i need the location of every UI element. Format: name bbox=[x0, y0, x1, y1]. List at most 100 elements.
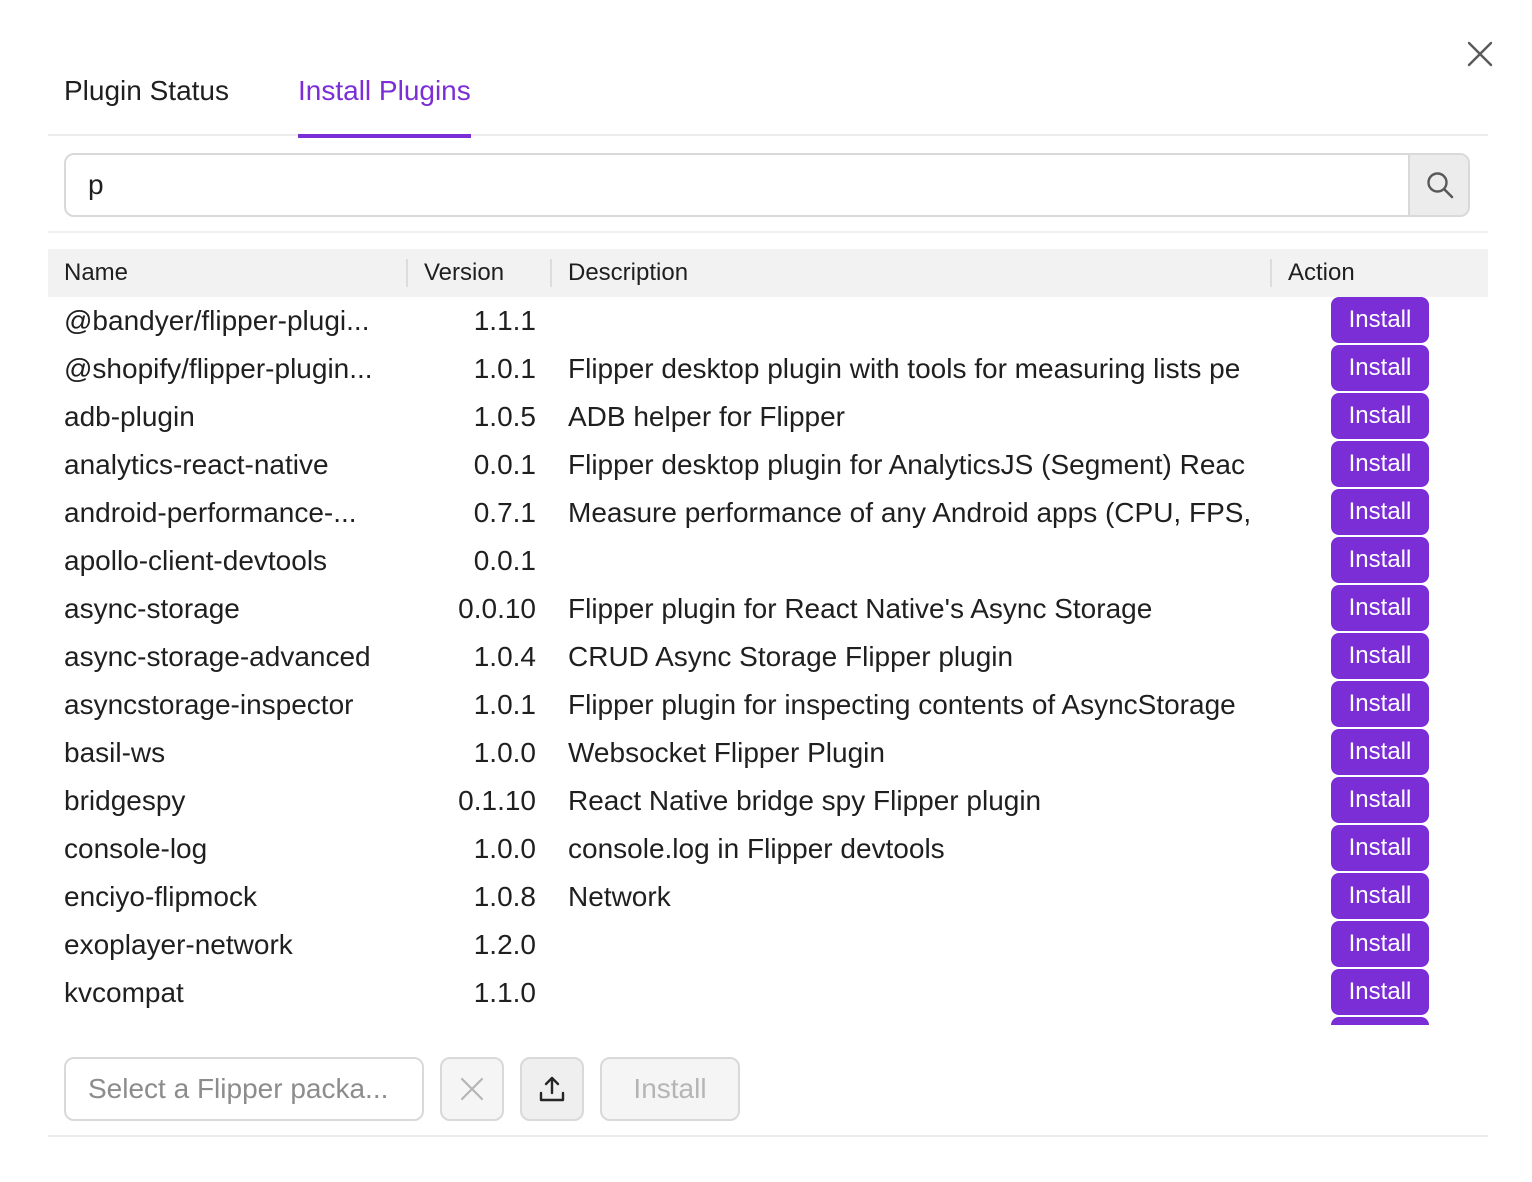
search-box bbox=[64, 153, 1470, 217]
plugin-table-body: @bandyer/flipper-plugi... 1.1.1 Install … bbox=[48, 297, 1488, 1025]
plugin-name: exoplayer-network bbox=[64, 929, 293, 960]
plugin-description: CRUD Async Storage Flipper plugin bbox=[568, 641, 1014, 672]
column-header-name[interactable]: Name bbox=[64, 249, 128, 297]
column-resize-handle[interactable] bbox=[550, 259, 552, 287]
plugin-name: analytics-react-native bbox=[64, 449, 329, 480]
table-row[interactable]: basil-ws 1.0.0 Websocket Flipper Plugin … bbox=[48, 729, 1488, 777]
plugin-version: 1.0.0 bbox=[473, 833, 536, 864]
plugin-version: 0.7.1 bbox=[473, 497, 536, 528]
install-button[interactable]: Install bbox=[1331, 633, 1429, 679]
plugin-version: 0.1.10 bbox=[458, 785, 536, 816]
search-icon bbox=[1427, 172, 1454, 199]
table-row[interactable]: asyncstorage-inspector 1.0.1 Flipper plu… bbox=[48, 681, 1488, 729]
plugin-description: Network bbox=[568, 881, 671, 912]
plugin-name bbox=[64, 1017, 408, 1025]
tab-bar: Plugin Status Install Plugins bbox=[48, 60, 1488, 138]
plugin-version: 1.0.4 bbox=[473, 641, 536, 672]
plugin-name: enciyo-flipmock bbox=[64, 881, 257, 912]
table-row[interactable]: @shopify/flipper-plugin... 1.0.1 Flipper… bbox=[48, 345, 1488, 393]
install-button[interactable]: Install bbox=[1331, 585, 1429, 631]
table-header: Name Version Description Action bbox=[48, 249, 1488, 297]
column-header-description[interactable]: Description bbox=[568, 249, 688, 297]
install-button[interactable]: Install bbox=[1331, 777, 1429, 823]
install-button[interactable]: Install bbox=[1331, 921, 1429, 967]
plugin-version: 1.0.1 bbox=[473, 689, 536, 720]
plugin-description: Flipper desktop plugin for AnalyticsJS (… bbox=[568, 449, 1245, 480]
plugin-description: Measure performance of any Android apps … bbox=[568, 497, 1252, 528]
table-row[interactable]: enciyo-flipmock 1.0.8 Network Install bbox=[48, 873, 1488, 921]
install-button[interactable]: Install bbox=[1331, 489, 1429, 535]
plugin-name: @bandyer/flipper-plugi... bbox=[64, 305, 370, 336]
tab-install-plugins[interactable]: Install Plugins bbox=[298, 60, 471, 138]
divider bbox=[48, 231, 1488, 233]
plugin-name: apollo-client-devtools bbox=[64, 545, 328, 576]
plugin-description: Flipper plugin for React Native's Async … bbox=[568, 593, 1153, 624]
plugin-version: 1.2.0 bbox=[473, 929, 536, 960]
install-button[interactable]: Install bbox=[1331, 1017, 1429, 1025]
plugin-description bbox=[568, 297, 1272, 345]
table-row[interactable]: console-log 1.0.0 console.log in Flipper… bbox=[48, 825, 1488, 873]
install-plugins-dialog: Plugin Status Install Plugins Name Versi… bbox=[0, 0, 1532, 1182]
table-row[interactable]: @bandyer/flipper-plugi... 1.1.1 Install bbox=[48, 297, 1488, 345]
plugin-version: 1.0.0 bbox=[473, 737, 536, 768]
plugin-description: Flipper desktop plugin with tools for me… bbox=[568, 353, 1241, 384]
plugin-description: ADB helper for Flipper bbox=[568, 401, 846, 432]
table-row[interactable]: android-performance-... 0.7.1 Measure pe… bbox=[48, 489, 1488, 537]
plugin-version: 1.0.1 bbox=[473, 353, 536, 384]
table-row[interactable]: analytics-react-native 0.0.1 Flipper des… bbox=[48, 441, 1488, 489]
install-button[interactable]: Install bbox=[1331, 297, 1429, 343]
plugin-description bbox=[568, 969, 1272, 1017]
install-button[interactable]: Install bbox=[1331, 393, 1429, 439]
table-row[interactable]: Install bbox=[48, 1017, 1488, 1025]
plugin-version: 1.1.1 bbox=[473, 305, 536, 336]
column-header-version[interactable]: Version bbox=[424, 249, 504, 297]
plugin-name: kvcompat bbox=[64, 977, 184, 1008]
plugin-version: 1.1.0 bbox=[473, 977, 536, 1008]
upload-package-button[interactable] bbox=[520, 1057, 584, 1121]
plugin-name: async-storage-advanced bbox=[64, 641, 371, 672]
table-row[interactable]: bridgespy 0.1.10 React Native bridge spy… bbox=[48, 777, 1488, 825]
search-button[interactable] bbox=[1408, 155, 1468, 215]
plugin-version: 1.0.5 bbox=[473, 401, 536, 432]
clear-package-button[interactable] bbox=[440, 1057, 504, 1121]
install-button[interactable]: Install bbox=[1331, 345, 1429, 391]
plugin-name: android-performance-... bbox=[64, 497, 357, 528]
install-button[interactable]: Install bbox=[1331, 825, 1429, 871]
plugin-description: Flipper plugin for inspecting contents o… bbox=[568, 689, 1236, 720]
install-button[interactable]: Install bbox=[1331, 537, 1429, 583]
install-button[interactable]: Install bbox=[1331, 729, 1429, 775]
package-file-input[interactable]: Select a Flipper packa... bbox=[64, 1057, 424, 1121]
plugin-name: async-storage bbox=[64, 593, 240, 624]
column-header-action[interactable]: Action bbox=[1288, 249, 1355, 297]
plugin-name: bridgespy bbox=[64, 785, 186, 816]
install-button[interactable]: Install bbox=[1331, 873, 1429, 919]
table-row[interactable]: exoplayer-network 1.2.0 Install bbox=[48, 921, 1488, 969]
divider bbox=[48, 1135, 1488, 1137]
install-button[interactable]: Install bbox=[1331, 681, 1429, 727]
table-row[interactable]: kvcompat 1.1.0 Install bbox=[48, 969, 1488, 1017]
column-resize-handle[interactable] bbox=[406, 259, 408, 287]
install-button[interactable]: Install bbox=[1331, 441, 1429, 487]
install-button[interactable]: Install bbox=[1331, 969, 1429, 1015]
table-row[interactable]: apollo-client-devtools 0.0.1 Install bbox=[48, 537, 1488, 585]
table-row[interactable]: async-storage 0.0.10 Flipper plugin for … bbox=[48, 585, 1488, 633]
upload-icon bbox=[539, 1076, 565, 1102]
plugin-description bbox=[568, 537, 1272, 585]
plugin-description: console.log in Flipper devtools bbox=[568, 833, 945, 864]
plugin-description bbox=[568, 921, 1272, 969]
plugin-version: 0.0.1 bbox=[473, 449, 536, 480]
plugin-name: @shopify/flipper-plugin... bbox=[64, 353, 373, 384]
plugin-version: 1.0.8 bbox=[473, 881, 536, 912]
plugin-version bbox=[428, 1017, 536, 1025]
install-package-button[interactable]: Install bbox=[600, 1057, 740, 1121]
column-resize-handle[interactable] bbox=[1270, 259, 1272, 287]
search-input[interactable] bbox=[66, 155, 1408, 215]
plugin-name: asyncstorage-inspector bbox=[64, 689, 354, 720]
table-row[interactable]: async-storage-advanced 1.0.4 CRUD Async … bbox=[48, 633, 1488, 681]
plugin-version: 0.0.10 bbox=[458, 593, 536, 624]
table-row[interactable]: adb-plugin 1.0.5 ADB helper for Flipper … bbox=[48, 393, 1488, 441]
plugin-name: basil-ws bbox=[64, 737, 166, 768]
plugin-version: 0.0.1 bbox=[473, 545, 536, 576]
plugin-description: Websocket Flipper Plugin bbox=[568, 737, 885, 768]
tab-plugin-status[interactable]: Plugin Status bbox=[64, 60, 229, 136]
